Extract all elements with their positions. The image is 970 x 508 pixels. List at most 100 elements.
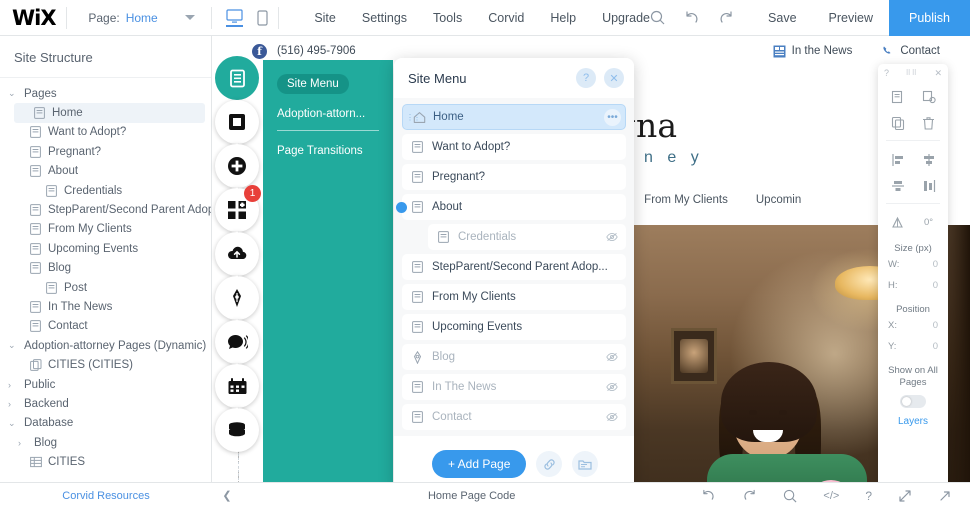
- site-link-in-the-news[interactable]: In the News: [773, 45, 852, 58]
- tree-item-about[interactable]: About: [0, 162, 211, 181]
- dialog-page-row[interactable]: Pregnant?: [402, 164, 626, 190]
- menu-tools[interactable]: Tools: [433, 11, 462, 25]
- tree-item-blog[interactable]: Blog: [0, 259, 211, 278]
- chevron-down-icon[interactable]: [184, 15, 195, 20]
- height-field[interactable]: H: 0: [878, 275, 948, 296]
- show-on-all-pages-toggle[interactable]: [900, 394, 926, 408]
- bookings-icon[interactable]: [215, 364, 259, 408]
- expand-icon[interactable]: [938, 489, 952, 503]
- tree-item-home[interactable]: Home: [14, 103, 205, 123]
- chevron-right-icon[interactable]: ›: [18, 438, 30, 448]
- tree-item-stepparent-second-parent-adoption[interactable]: StepParent/Second Parent Adoption: [0, 200, 211, 219]
- tree-item-adoption-attorney-pages-dynamic[interactable]: ⌄ Adoption-attorney Pages (Dynamic): [0, 336, 211, 355]
- tree-item-in-the-news[interactable]: In The News: [0, 297, 211, 316]
- dialog-page-row[interactable]: About: [396, 194, 626, 220]
- dialog-page-row[interactable]: In The News: [402, 374, 626, 400]
- add-element-icon[interactable]: [215, 100, 259, 144]
- flip-icon[interactable]: [890, 216, 905, 229]
- tree-item-upcoming-events[interactable]: Upcoming Events: [0, 239, 211, 258]
- tree-item-from-my-clients[interactable]: From My Clients: [0, 220, 211, 239]
- site-nav-item[interactable]: From My Clients: [644, 194, 728, 206]
- tree-item-database[interactable]: ⌄ Database: [0, 414, 211, 433]
- distribute-vertical-icon[interactable]: [922, 179, 936, 193]
- dialog-page-row[interactable]: Blog: [402, 344, 626, 370]
- preview-button[interactable]: Preview: [813, 11, 889, 25]
- blog-pen-icon[interactable]: [215, 276, 259, 320]
- tree-item-credentials[interactable]: Credentials: [0, 181, 211, 200]
- database-icon[interactable]: [215, 408, 259, 452]
- wix-logo[interactable]: WiX: [12, 6, 57, 30]
- dialog-page-row[interactable]: Upcoming Events: [402, 314, 626, 340]
- corvid-resources-link[interactable]: Corvid Resources: [0, 490, 212, 502]
- folder-icon[interactable]: [572, 451, 599, 477]
- dialog-page-row[interactable]: Credentials: [428, 224, 626, 250]
- help-icon[interactable]: ?: [576, 68, 596, 88]
- menu-help[interactable]: Help: [550, 11, 576, 25]
- menu-settings[interactable]: Settings: [362, 11, 407, 25]
- flyout-item-page-transitions[interactable]: Page Transitions: [277, 145, 393, 157]
- minimize-icon[interactable]: [898, 489, 912, 503]
- drag-handle-icon[interactable]: ⋮⋮: [406, 113, 421, 122]
- save-button[interactable]: Save: [752, 11, 813, 25]
- dialog-page-row[interactable]: From My Clients: [402, 284, 626, 310]
- flyout-pill-site-menu[interactable]: Site Menu: [277, 74, 349, 94]
- tree-item-cities[interactable]: CITIES: [0, 452, 211, 471]
- redo-icon[interactable]: [742, 489, 757, 502]
- help-icon[interactable]: ?: [865, 489, 872, 503]
- chat-icon[interactable]: [215, 320, 259, 364]
- tree-item-pregnant[interactable]: Pregnant?: [0, 142, 211, 161]
- distribute-horizontal-icon[interactable]: [891, 179, 905, 193]
- y-field[interactable]: Y: 0: [878, 336, 948, 357]
- tree-item-want-to-adopt[interactable]: Want to Adopt?: [0, 123, 211, 142]
- chevron-down-icon[interactable]: ⌄: [8, 340, 20, 351]
- dialog-page-row[interactable]: StepParent/Second Parent Adop...: [402, 254, 626, 280]
- align-center-icon[interactable]: [922, 153, 936, 167]
- flyout-item-adoption-attorney[interactable]: Adoption-attorn...: [277, 108, 393, 120]
- rotate-value[interactable]: 0°: [924, 217, 933, 228]
- layers-link[interactable]: Layers: [878, 416, 948, 427]
- site-link-contact[interactable]: Contact: [882, 45, 940, 57]
- close-icon[interactable]: ✕: [604, 68, 624, 88]
- tree-item-contact[interactable]: Contact: [0, 317, 211, 336]
- dialog-page-row[interactable]: Contact: [402, 404, 626, 430]
- dialog-page-row[interactable]: Want to Adopt?: [402, 134, 626, 160]
- tree-item-backend[interactable]: › Backend: [0, 394, 211, 413]
- add-plus-icon[interactable]: [215, 144, 259, 188]
- search-icon[interactable]: [650, 10, 684, 25]
- chevron-right-icon[interactable]: ›: [8, 399, 20, 409]
- undo-icon[interactable]: [701, 489, 716, 502]
- site-nav-item[interactable]: Upcomin: [756, 194, 801, 206]
- menu-site[interactable]: Site: [314, 11, 336, 25]
- page-selector[interactable]: Page: Home: [88, 11, 200, 25]
- add-page-button[interactable]: + Add Page: [432, 450, 527, 478]
- chevron-left-icon[interactable]: ❮: [212, 489, 242, 502]
- duplicate-page-icon[interactable]: [891, 90, 905, 104]
- chevron-right-icon[interactable]: ›: [8, 380, 20, 390]
- undo-icon[interactable]: [684, 10, 718, 25]
- chevron-down-icon[interactable]: ⌄: [8, 88, 20, 99]
- hidden-eye-icon[interactable]: [606, 382, 618, 392]
- width-field[interactable]: W: 0: [878, 254, 948, 275]
- tree-item-blog[interactable]: › Blog: [0, 433, 211, 452]
- align-left-icon[interactable]: [891, 153, 905, 167]
- tree-item-post[interactable]: Post: [0, 278, 211, 297]
- zoom-icon[interactable]: [783, 489, 797, 503]
- menu-upgrade[interactable]: Upgrade: [602, 11, 650, 25]
- desktop-icon[interactable]: [225, 8, 243, 27]
- copy-style-icon[interactable]: [922, 90, 936, 104]
- copy-icon[interactable]: [891, 116, 905, 130]
- tree-item-cities-cities[interactable]: CITIES (CITIES): [0, 355, 211, 374]
- page-more-actions-icon[interactable]: •••: [604, 108, 621, 126]
- chevron-down-icon[interactable]: ⌄: [8, 418, 20, 429]
- hidden-eye-icon[interactable]: [606, 412, 618, 422]
- dialog-page-row[interactable]: ⋮⋮ Home •••: [402, 104, 626, 130]
- menus-and-pages-icon[interactable]: [215, 56, 259, 100]
- help-icon[interactable]: ?: [884, 68, 889, 78]
- publish-button[interactable]: Publish: [889, 0, 970, 36]
- redo-icon[interactable]: [718, 10, 752, 25]
- tree-item-pages[interactable]: ⌄ Pages: [0, 84, 211, 103]
- delete-icon[interactable]: [922, 116, 935, 130]
- my-uploads-icon[interactable]: [215, 232, 259, 276]
- tree-item-public[interactable]: › Public: [0, 375, 211, 394]
- hidden-eye-icon[interactable]: [606, 352, 618, 362]
